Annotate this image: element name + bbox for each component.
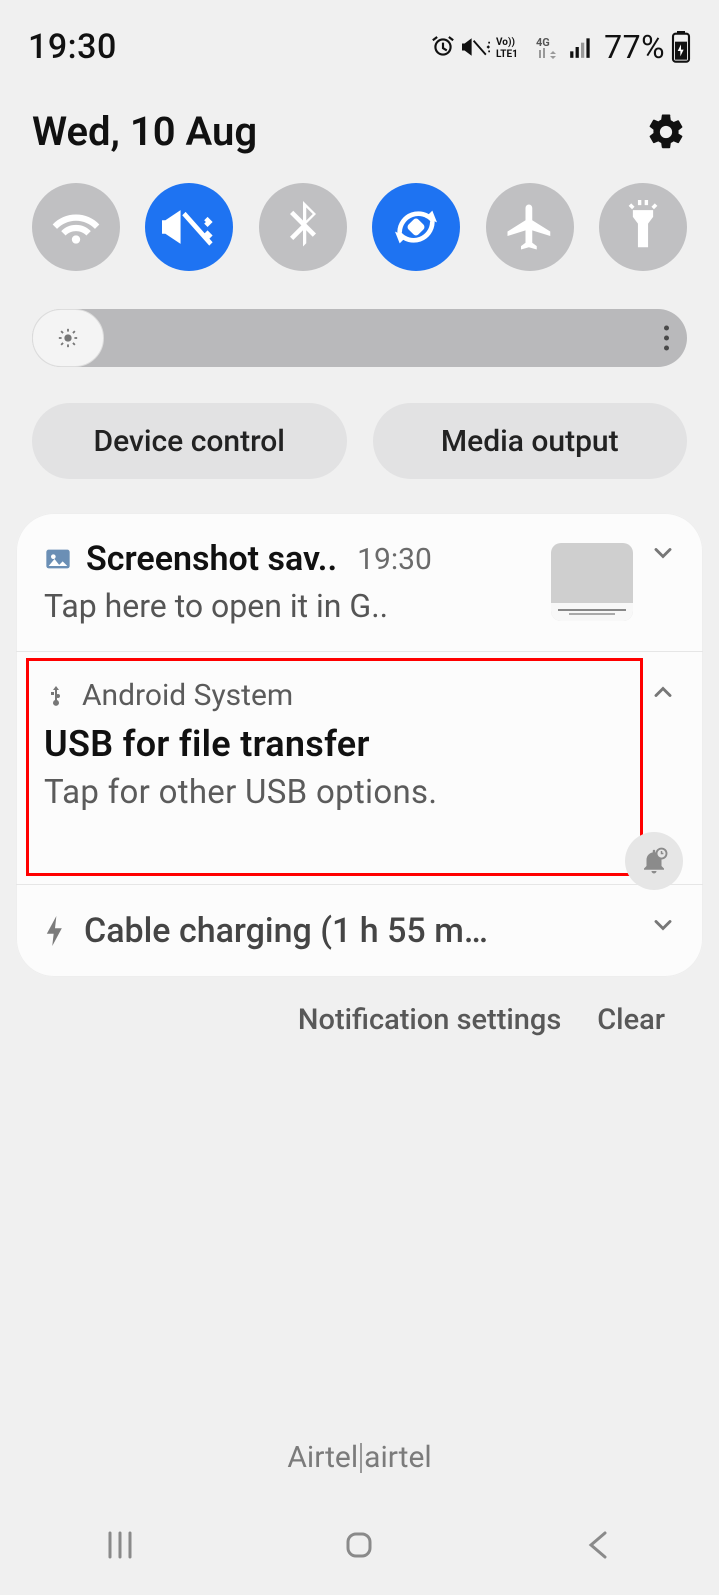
svg-text:4G: 4G [536, 36, 550, 49]
battery-percent: 77% [604, 28, 665, 66]
chevron-down-icon[interactable] [649, 539, 677, 571]
nav-bar [0, 1495, 719, 1595]
nav-back-button[interactable] [539, 1515, 659, 1575]
gear-icon[interactable] [645, 111, 687, 153]
notification-title: USB for file transfer [44, 723, 675, 765]
divider-icon [360, 1443, 362, 1473]
notification-app-name: Android System [82, 678, 293, 713]
chevron-up-icon[interactable] [649, 678, 677, 710]
signal-icon [568, 34, 594, 60]
notification-title: Screenshot sav.. [86, 539, 337, 579]
notification-charging[interactable]: Cable charging (1 h 55 m… [16, 885, 703, 977]
snooze-bell-icon[interactable] [625, 832, 683, 890]
media-output-button[interactable]: Media output [373, 403, 688, 479]
carrier-label: Airtelairtel [0, 1440, 719, 1475]
clear-button[interactable]: Clear [597, 1003, 665, 1037]
device-control-label: Device control [94, 424, 285, 459]
brightness-thumb[interactable] [32, 309, 104, 367]
screenshot-thumbnail[interactable] [551, 543, 633, 621]
nav-home-button[interactable] [299, 1515, 419, 1575]
notification-screenshot[interactable]: Screenshot sav.. 19:30 Tap here to open … [16, 513, 703, 652]
volte-icon: Vo))LTE1 [496, 34, 530, 60]
notification-settings-button[interactable]: Notification settings [298, 1003, 561, 1037]
vibrate-mute-icon [462, 34, 490, 60]
notification-group: Screenshot sav.. 19:30 Tap here to open … [16, 513, 703, 977]
notification-body: Tap here to open it in G.. [44, 587, 533, 625]
battery-icon [671, 31, 691, 63]
carrier-right: airtel [364, 1440, 432, 1475]
media-output-label: Media output [441, 424, 619, 459]
chevron-down-icon[interactable] [649, 911, 677, 943]
nav-recents-button[interactable] [60, 1515, 180, 1575]
qs-flashlight[interactable] [599, 183, 687, 271]
status-icons: Vo))LTE1 4G 77% [430, 28, 691, 66]
notification-time: 19:30 [357, 542, 432, 577]
notification-usb[interactable]: Android System USB for file transfer Tap… [16, 652, 703, 885]
notification-body: Tap for other USB options. [44, 773, 675, 812]
notification-title: Cable charging (1 h 55 m… [84, 911, 488, 951]
qs-sound-vibrate[interactable] [145, 183, 233, 271]
brightness-more-icon[interactable] [664, 326, 669, 351]
qs-bluetooth[interactable] [259, 183, 347, 271]
qs-auto-rotate[interactable] [372, 183, 460, 271]
network-4g-icon: 4G [536, 34, 562, 60]
svg-text:LTE1: LTE1 [496, 49, 518, 60]
alarm-icon [430, 34, 456, 60]
quick-settings [0, 165, 719, 281]
device-control-button[interactable]: Device control [32, 403, 347, 479]
status-time: 19:30 [28, 27, 117, 67]
carrier-left: Airtel [287, 1440, 358, 1475]
qs-wifi[interactable] [32, 183, 120, 271]
svg-text:Vo)): Vo)) [496, 36, 515, 48]
qs-airplane[interactable] [486, 183, 574, 271]
brightness-slider[interactable] [32, 309, 687, 367]
brightness-icon [57, 327, 79, 349]
usb-icon [44, 684, 68, 708]
bolt-icon [44, 916, 66, 946]
image-icon [44, 545, 72, 573]
status-bar: 19:30 Vo))LTE1 4G 77% [0, 0, 719, 78]
panel-date: Wed, 10 Aug [32, 108, 257, 155]
